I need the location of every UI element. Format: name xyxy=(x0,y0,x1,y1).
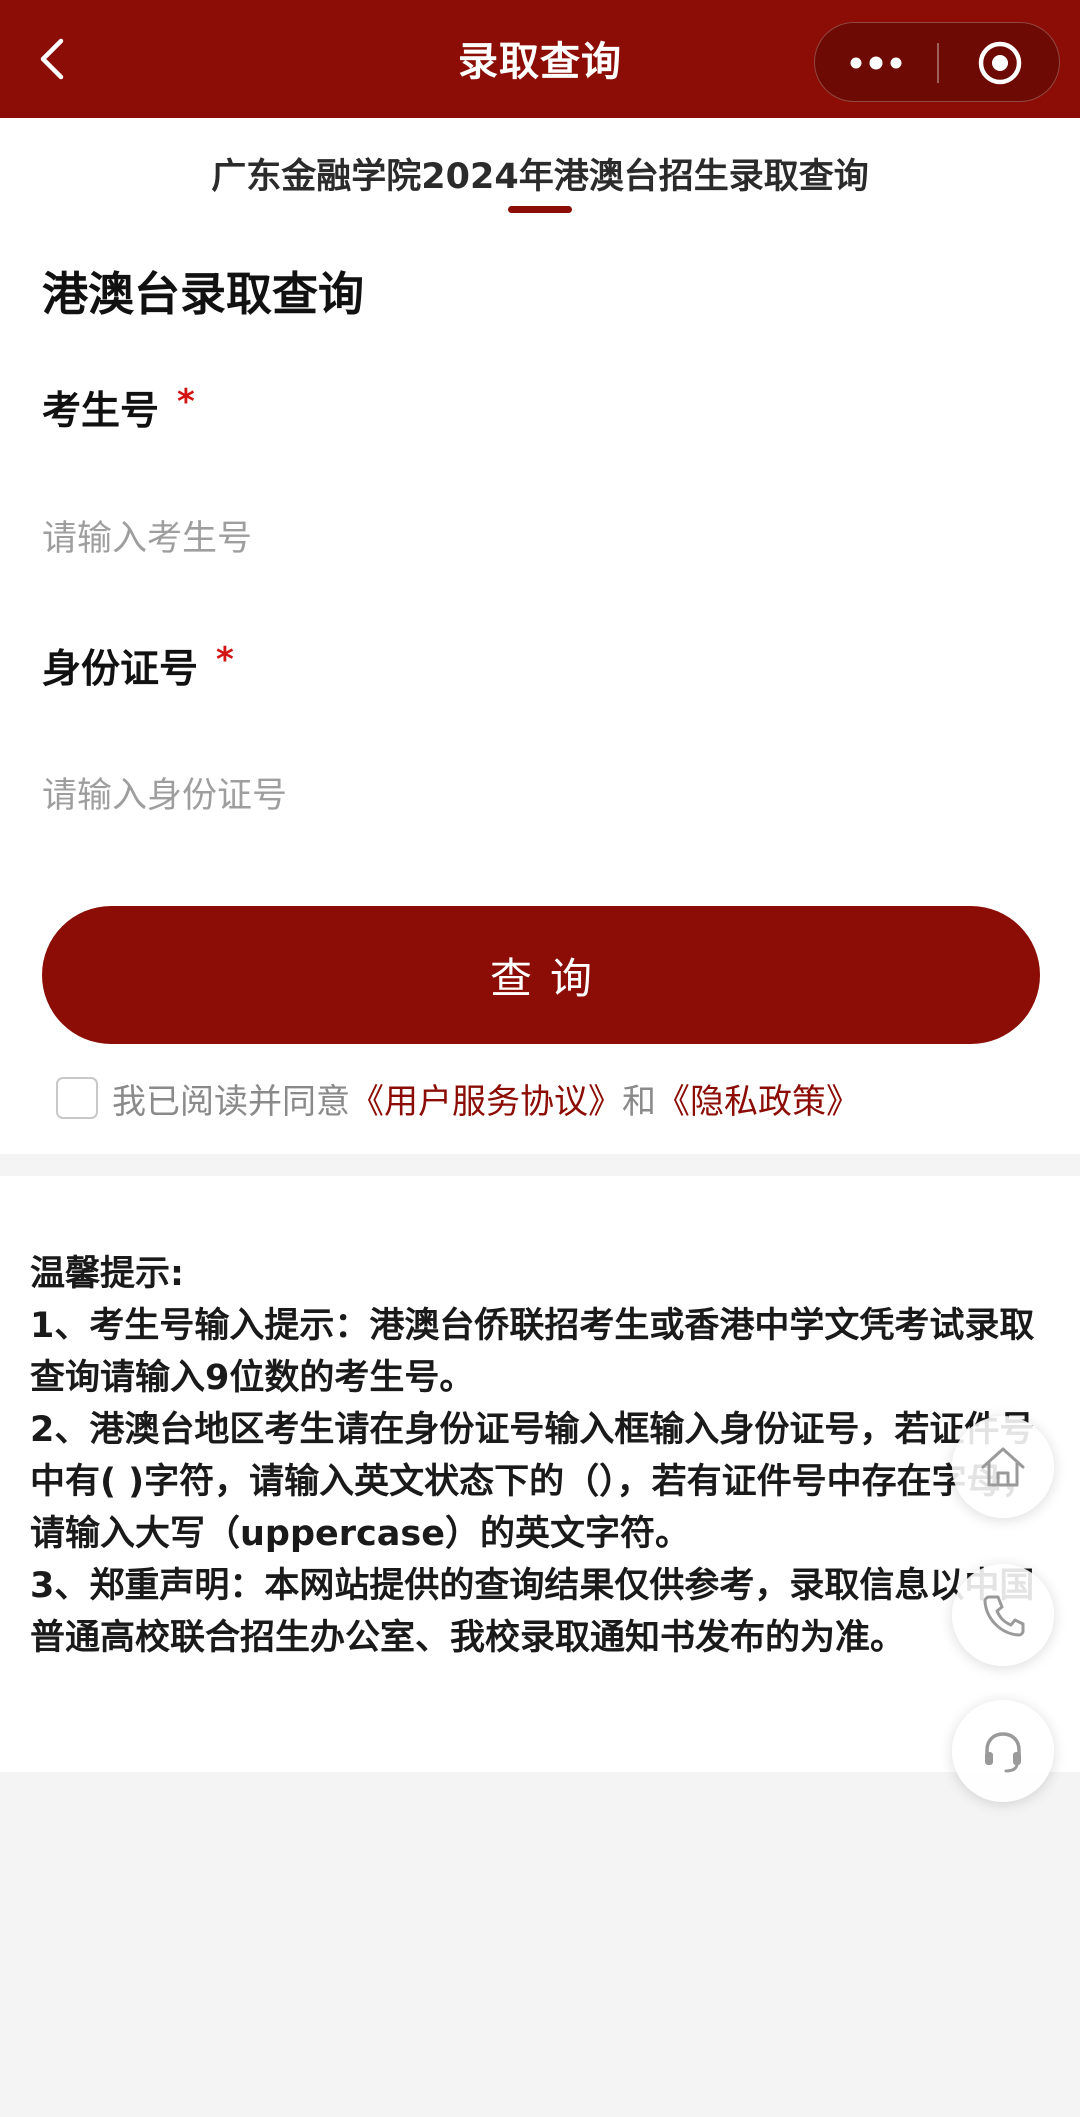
agreement-conjunction: 和 xyxy=(622,1081,656,1122)
customer-service-button[interactable] xyxy=(952,1700,1054,1802)
more-button[interactable] xyxy=(815,23,937,103)
menu-capsule xyxy=(814,22,1060,102)
tips-content: 温馨提示: 1、考生号输入提示：港澳台侨联招考生或香港中学文凭考试录取查询请输入… xyxy=(30,1248,1060,1664)
exam-number-input[interactable] xyxy=(42,504,1038,574)
tab-admission-query[interactable]: 广东金融学院2024年港澳台招生录取查询 xyxy=(0,148,1080,199)
navigation-bar: 录取查询 xyxy=(0,0,1080,118)
form-title: 港澳台录取查询 xyxy=(42,267,364,321)
more-dots-icon xyxy=(850,56,902,70)
tab-active-indicator xyxy=(508,206,572,213)
close-miniprogram-button[interactable] xyxy=(939,23,1061,103)
home-icon xyxy=(981,1447,1025,1487)
tip-item: 2、港澳台地区考生请在身份证号输入框输入身份证号，若证件号中有( )字符，请输入… xyxy=(30,1410,1037,1554)
required-mark: * xyxy=(216,640,234,680)
exam-number-label-text: 考生号 xyxy=(42,389,160,434)
privacy-policy-link[interactable]: 《隐私政策》 xyxy=(656,1074,860,1123)
phone-button[interactable] xyxy=(952,1564,1054,1666)
agreement-text: 我已阅读并同意 xyxy=(112,1081,350,1122)
id-number-input[interactable] xyxy=(42,761,1038,831)
agreement-row: 我已阅读并同意 《用户服务协议》 和 《隐私政策》 xyxy=(56,1068,860,1128)
user-agreement-link[interactable]: 《用户服务协议》 xyxy=(350,1074,622,1123)
agreement-checkbox[interactable] xyxy=(56,1077,98,1119)
home-button[interactable] xyxy=(952,1416,1054,1518)
query-button[interactable]: 查询 xyxy=(42,906,1040,1044)
phone-icon xyxy=(983,1595,1025,1637)
tips-heading: 温馨提示: xyxy=(30,1254,184,1294)
exam-number-label: 考生号 * xyxy=(42,380,195,436)
tips-card: 温馨提示: 1、考生号输入提示：港澳台侨联招考生或香港中学文凭考试录取查询请输入… xyxy=(0,1176,1080,1772)
tip-item: 1、考生号输入提示：港澳台侨联招考生或香港中学文凭考试录取查询请输入9位数的考生… xyxy=(30,1306,1035,1398)
required-mark: * xyxy=(177,382,195,422)
query-form-card: 广东金融学院2024年港澳台招生录取查询 港澳台录取查询 考生号* 身份证号* … xyxy=(0,118,1080,1154)
headset-icon xyxy=(985,1732,1021,1773)
id-number-label-text: 身份证号 xyxy=(42,647,199,692)
tip-item: 3、郑重声明：本网站提供的查询结果仅供参考，录取信息以中国普通高校联合招生办公室… xyxy=(30,1566,1035,1658)
target-circle-icon xyxy=(978,41,1022,85)
id-number-label: 身份证号 * xyxy=(42,638,234,694)
